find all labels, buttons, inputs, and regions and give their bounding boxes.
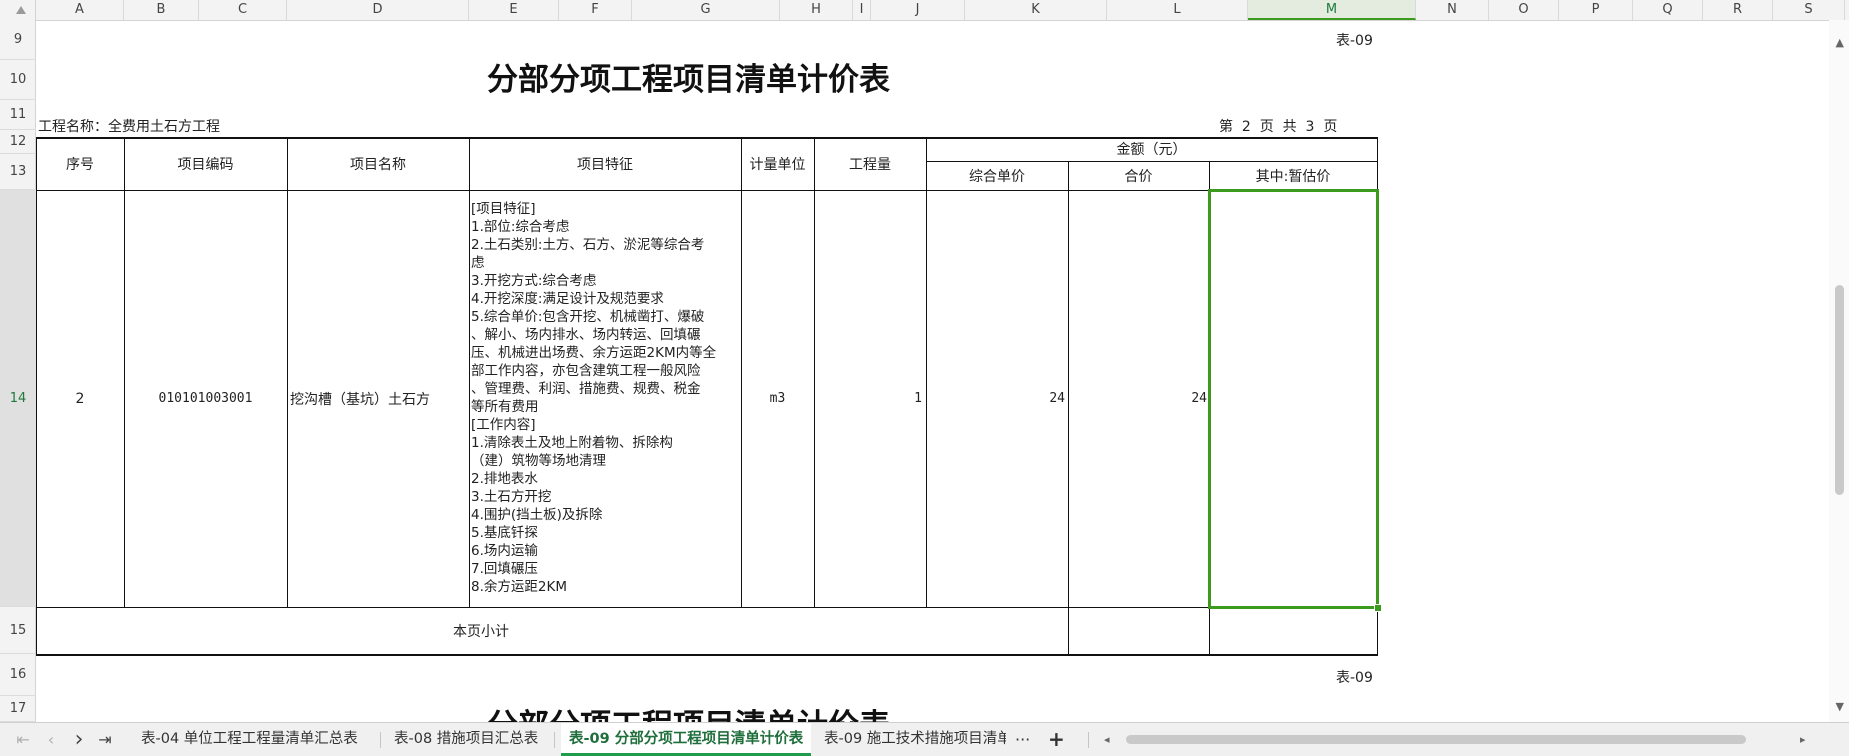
next-page-title: 分部分项工程项目清单计价表: [487, 700, 890, 722]
select-all-icon: [16, 6, 26, 14]
sheet-tab-bar: ⇤ ‹ › ⇥ 表-04 单位工程工程量清单汇总表 表-08 措施项目汇总表 表…: [0, 722, 1849, 756]
header-features: 项目特征: [577, 156, 633, 173]
column-header-o[interactable]: O: [1489, 0, 1559, 20]
column-header-d[interactable]: D: [287, 0, 469, 20]
page-info: 第 2 页 共 3 页: [1219, 119, 1338, 135]
column-header-e[interactable]: E: [469, 0, 559, 20]
item-qty[interactable]: 1: [814, 190, 922, 607]
page-title: 分部分项工程项目清单计价表: [487, 62, 890, 98]
table-bottom-border: [36, 654, 1378, 656]
row-header-11[interactable]: 11: [0, 100, 36, 130]
tab-sheet-04[interactable]: 表-04 单位工程工程量清单汇总表: [141, 723, 371, 756]
row-header-15[interactable]: 15: [0, 607, 36, 654]
column-header-g[interactable]: G: [632, 0, 780, 20]
item-code[interactable]: 010101003001: [124, 190, 287, 607]
column-header-c[interactable]: C: [199, 0, 287, 20]
selected-cell-outline: [1208, 189, 1379, 609]
header-seq: 序号: [66, 156, 94, 173]
select-all-corner[interactable]: [0, 0, 36, 20]
column-header-h[interactable]: H: [780, 0, 853, 20]
row-header-9[interactable]: 9: [0, 20, 36, 60]
skip-last-icon[interactable]: ⇥: [94, 723, 116, 756]
horizontal-scroll-thumb[interactable]: [1126, 735, 1746, 744]
project-name: 工程名称：全费用土石方工程: [38, 119, 220, 135]
add-sheet-button[interactable]: +: [1048, 723, 1068, 756]
scroll-down-icon[interactable]: ▼: [1836, 700, 1844, 713]
more-tabs-icon[interactable]: ···: [1015, 723, 1039, 756]
item-unit[interactable]: m3: [741, 190, 814, 607]
scroll-left-icon[interactable]: ◂: [1104, 733, 1110, 746]
tab-sheet-08[interactable]: 表-08 措施项目汇总表: [394, 723, 554, 756]
subtotal-label: 本页小计: [453, 623, 509, 640]
column-header-m[interactable]: M: [1248, 0, 1416, 20]
row-header-17[interactable]: 17: [0, 696, 36, 722]
row-header-14[interactable]: 14: [0, 190, 36, 607]
item-name[interactable]: 挖沟槽（基坑）土石方: [287, 190, 472, 607]
column-header-i[interactable]: I: [853, 0, 871, 20]
header-amount: 金额（元）: [1116, 142, 1187, 158]
tab-separator: [554, 732, 555, 748]
column-header-f[interactable]: F: [559, 0, 632, 20]
header-code: 项目编码: [177, 156, 234, 173]
table-code-top: 表-09: [1336, 33, 1373, 49]
skip-first-icon[interactable]: ⇤: [12, 723, 34, 756]
fill-handle[interactable]: [1374, 604, 1382, 612]
row-header-10[interactable]: 10: [0, 60, 36, 100]
header-estimate: 其中:暂估价: [1255, 168, 1331, 185]
tab-sheet-09-tech[interactable]: 表-09 施工技术措施项目清单: [824, 723, 1006, 756]
column-header-k[interactable]: K: [965, 0, 1107, 20]
chevron-right-icon[interactable]: ›: [68, 723, 90, 756]
column-header-p[interactable]: P: [1559, 0, 1633, 20]
column-header-s[interactable]: S: [1773, 0, 1845, 20]
column-header-r[interactable]: R: [1703, 0, 1773, 20]
tab-sheet-09[interactable]: 表-09 分部分项工程项目清单计价表: [561, 723, 812, 756]
header-unit-price: 综合单价: [969, 168, 1025, 185]
tab-separator: [1088, 732, 1089, 748]
item-seq[interactable]: 2: [36, 190, 124, 607]
item-features[interactable]: [项目特征] 1.部位:综合考虑 2.土石类别:土方、石方、淤泥等综合考 虑 3…: [471, 200, 739, 596]
column-header-bar: ABCDEFGHIJKLMNOPQRS: [0, 0, 1849, 21]
header-unit: 计量单位: [749, 156, 806, 173]
item-unit-price[interactable]: 24: [926, 190, 1065, 607]
header-total: 合价: [1124, 168, 1153, 185]
column-header-a[interactable]: A: [36, 0, 124, 20]
header-name: 项目名称: [350, 156, 406, 173]
row-header-13[interactable]: 13: [0, 154, 36, 190]
header-qty: 工程量: [849, 156, 891, 173]
column-header-b[interactable]: B: [124, 0, 199, 20]
vertical-scroll-thumb[interactable]: [1835, 285, 1844, 495]
column-header-n[interactable]: N: [1416, 0, 1489, 20]
column-header-q[interactable]: Q: [1633, 0, 1703, 20]
row-header-16[interactable]: 16: [0, 654, 36, 696]
table-code-bottom: 表-09: [1336, 670, 1373, 686]
sheet-grid[interactable]: 表-09 分部分项工程项目清单计价表 工程名称：全费用土石方工程 第 2 页 共…: [36, 20, 1849, 722]
chevron-left-icon[interactable]: ‹: [40, 723, 62, 756]
tab-separator: [380, 732, 381, 748]
vertical-scrollbar[interactable]: ▲ ▼: [1829, 20, 1849, 722]
scroll-right-icon[interactable]: ▸: [1800, 733, 1806, 746]
row-header-12[interactable]: 12: [0, 130, 36, 154]
row-header-bar: 9 10 11 12 13 14 15 16 17: [0, 20, 36, 722]
item-total[interactable]: 24: [1068, 190, 1207, 607]
scroll-up-icon[interactable]: ▲: [1836, 36, 1844, 49]
column-header-j[interactable]: J: [871, 0, 965, 20]
column-header-l[interactable]: L: [1107, 0, 1248, 20]
